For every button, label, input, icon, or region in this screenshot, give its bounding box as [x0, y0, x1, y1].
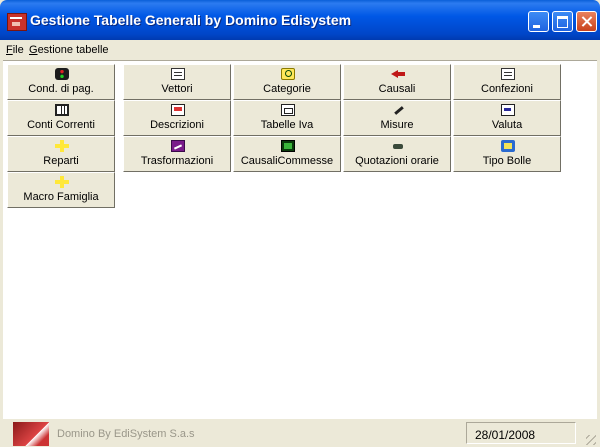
tile-label: Trasformazioni [140, 155, 214, 167]
tile-label: Causali [378, 83, 416, 95]
search-folder-icon [281, 68, 295, 80]
tile-label: Confezioni [481, 83, 533, 95]
status-date: 28/01/2008 [475, 428, 536, 442]
minimize-button[interactable] [528, 11, 549, 32]
app-window: Gestione Tabelle Generali by Domino Edis… [0, 0, 600, 447]
bolle-icon [501, 140, 515, 152]
list-document-icon [501, 68, 515, 80]
film-icon [281, 140, 295, 152]
tile-label: Misure [380, 119, 414, 131]
status-date-panel: 28/01/2008 [466, 422, 576, 444]
menu-file-mnemonic: F [6, 44, 13, 56]
tile-macro-famiglia[interactable]: Macro Famiglia [7, 172, 115, 208]
menu-gestione-rest: estione tabelle [37, 44, 109, 56]
chart-icon [171, 140, 185, 152]
document-icon [171, 68, 185, 80]
left-arrow-icon [391, 68, 405, 80]
tile-misure[interactable]: Misure [343, 100, 451, 136]
tile-quotazioni-orarie[interactable]: Quotazioni orarie [343, 136, 451, 172]
tile-descrizioni[interactable]: Descrizioni [123, 100, 231, 136]
tile-valuta[interactable]: Valuta [453, 100, 561, 136]
tile-tabelle-iva[interactable]: Tabelle Iva [233, 100, 341, 136]
tile-label: Reparti [43, 155, 79, 167]
tile-causalicommesse[interactable]: CausaliCommesse [233, 136, 341, 172]
maximize-button[interactable] [552, 11, 573, 32]
client-area: Cond. di pag. Vettori Categorie Causali … [3, 60, 597, 420]
title-bar[interactable]: Gestione Tabelle Generali by Domino Edis… [0, 0, 600, 40]
tile-categorie[interactable]: Categorie [233, 64, 341, 100]
note-icon [171, 104, 185, 116]
tile-label: Quotazioni orarie [355, 155, 439, 167]
company-logo [13, 422, 49, 446]
cross-icon [55, 176, 69, 188]
resize-grip[interactable] [586, 435, 596, 445]
tile-label: Valuta [491, 119, 523, 131]
clock-icon [391, 140, 405, 152]
tile-label: CausaliCommesse [240, 155, 334, 167]
menu-file[interactable]: File [6, 44, 24, 56]
menu-gestione-mnemonic: G [29, 44, 38, 56]
tile-confezioni[interactable]: Confezioni [453, 64, 561, 100]
close-button[interactable] [576, 11, 597, 32]
tile-causali[interactable]: Causali [343, 64, 451, 100]
tile-label: Tabelle Iva [260, 119, 314, 131]
table-icon [281, 104, 295, 116]
tile-conti-correnti[interactable]: Conti Correnti [7, 100, 115, 136]
pen-icon [391, 104, 405, 116]
tile-label: Descrizioni [150, 119, 204, 131]
tile-cond-di-pag[interactable]: Cond. di pag. [7, 64, 115, 100]
ledger-icon [55, 104, 69, 116]
tile-label: Macro Famiglia [23, 191, 99, 203]
tile-tipo-bolle[interactable]: Tipo Bolle [453, 136, 561, 172]
tile-reparti[interactable]: Reparti [7, 136, 115, 172]
tile-label: Cond. di pag. [28, 83, 94, 95]
menu-bar: File Gestione tabelle [0, 40, 600, 60]
window-title: Gestione Tabelle Generali by Domino Edis… [30, 12, 352, 28]
cross-icon [55, 140, 69, 152]
tile-label: Tipo Bolle [482, 155, 532, 167]
menu-gestione-tabelle[interactable]: Gestione tabelle [29, 44, 109, 56]
app-icon[interactable] [7, 13, 27, 31]
currency-icon [501, 104, 515, 116]
traffic-light-icon [55, 68, 69, 80]
tile-label: Categorie [263, 83, 311, 95]
tile-label: Vettori [161, 83, 193, 95]
tile-label: Conti Correnti [27, 119, 95, 131]
status-bar: Domino By EdiSystem S.a.s 28/01/2008 [0, 419, 600, 447]
tile-trasformazioni[interactable]: Trasformazioni [123, 136, 231, 172]
menu-file-rest: ile [12, 44, 24, 56]
status-company: Domino By EdiSystem S.a.s [57, 428, 195, 440]
tile-vettori[interactable]: Vettori [123, 64, 231, 100]
